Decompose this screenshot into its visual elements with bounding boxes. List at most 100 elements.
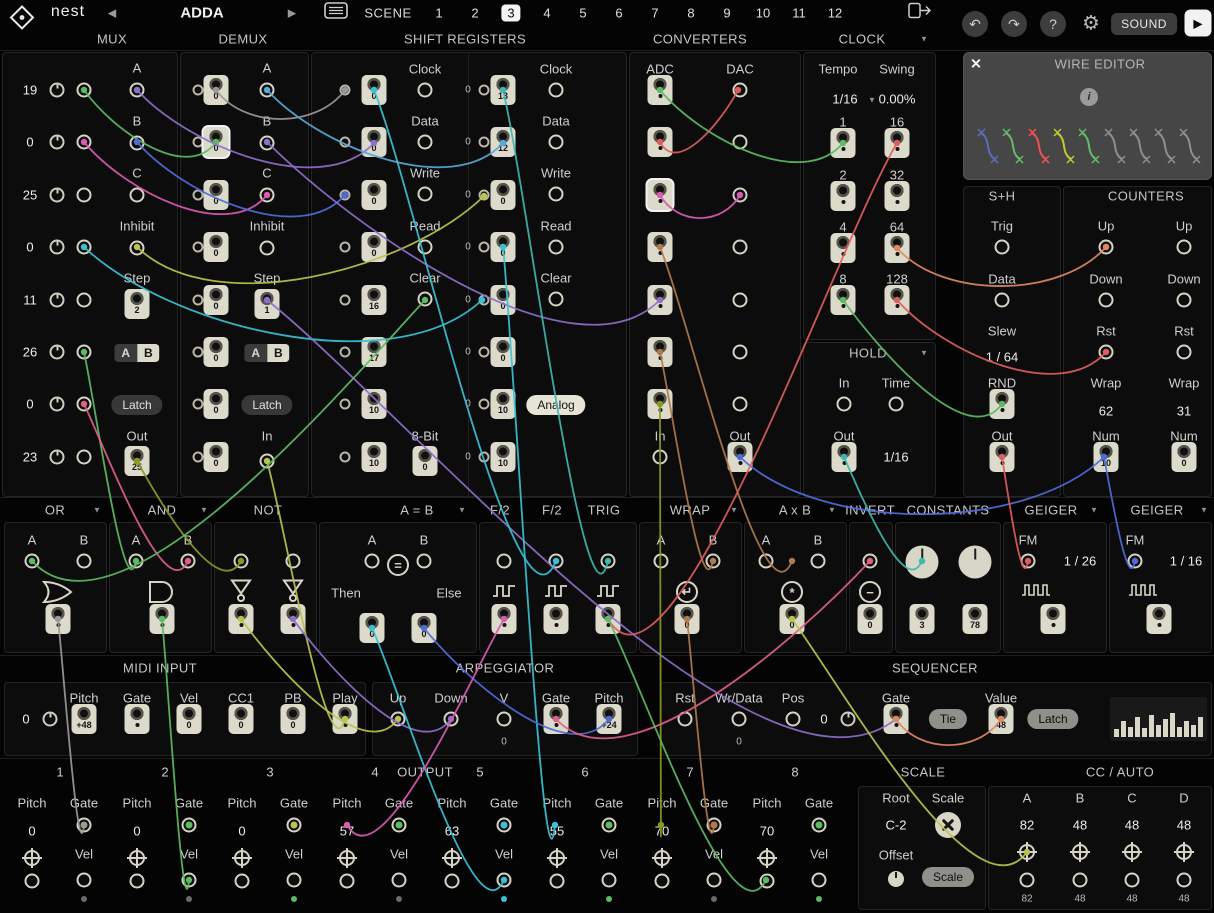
sr2-stage-port[interactable]: 12: [491, 127, 516, 157]
scene-tab-4[interactable]: 4: [543, 6, 550, 21]
midi-gate-port[interactable]: [125, 704, 150, 734]
wire-editor-close-icon[interactable]: ✕: [970, 56, 982, 73]
output-pitch-cv-port[interactable]: [24, 850, 40, 866]
section-title-wrap[interactable]: WRAP: [670, 503, 711, 518]
output-pitch-port[interactable]: [130, 874, 145, 889]
hold-out-port[interactable]: [832, 442, 857, 472]
dac-port[interactable]: [733, 188, 748, 203]
clock-div-port-32[interactable]: [885, 181, 910, 211]
sr2-stage-port[interactable]: 0: [491, 337, 516, 367]
play-button[interactable]: ▶: [1185, 10, 1212, 37]
preset-prev-icon[interactable]: ◀: [108, 7, 116, 20]
mux-knob[interactable]: [50, 345, 65, 360]
arp-up-port[interactable]: [391, 712, 406, 727]
aeqb-then-port[interactable]: 0: [360, 613, 385, 643]
cc-cv-port[interactable]: [1019, 844, 1035, 860]
demux-input-port[interactable]: [193, 295, 204, 306]
dac-port[interactable]: [733, 293, 748, 308]
section-title-clock[interactable]: CLOCK: [839, 32, 886, 47]
mux-output-port[interactable]: [77, 83, 92, 98]
counter-rst-port[interactable]: [1099, 345, 1114, 360]
not2-out-port[interactable]: [281, 604, 306, 634]
mux-output-port[interactable]: [77, 450, 92, 465]
demux-input-port[interactable]: [193, 190, 204, 201]
counter-num-port[interactable]: 0: [1172, 442, 1197, 472]
demux-input-port[interactable]: [193, 347, 204, 358]
cc-port[interactable]: [1177, 873, 1192, 888]
sh-data-port[interactable]: [995, 293, 1010, 308]
demux-input-port[interactable]: [193, 242, 204, 253]
output-gate-port[interactable]: [497, 818, 512, 833]
wire-swatch[interactable]: [1028, 124, 1050, 168]
sr1-stage-port[interactable]: 10: [362, 442, 387, 472]
help-button[interactable]: ?: [1040, 11, 1066, 37]
mux-knob[interactable]: [50, 83, 65, 98]
seq-pos-port[interactable]: [786, 712, 801, 727]
adc-port[interactable]: [648, 337, 673, 367]
section-title-geiger1[interactable]: GEIGER: [1025, 503, 1078, 518]
axb-out-port[interactable]: 0: [780, 604, 805, 634]
wire-swatch[interactable]: [1179, 124, 1201, 168]
arp-gate-port[interactable]: [544, 704, 569, 734]
seq-knob[interactable]: [841, 712, 856, 727]
wrap-b-port[interactable]: [706, 554, 721, 569]
sr2-input-port[interactable]: [479, 85, 490, 96]
output-pitch-cv-port[interactable]: [549, 850, 565, 866]
mux-b-port[interactable]: [130, 136, 145, 151]
copy-scene-icon[interactable]: [908, 2, 932, 25]
sr2-stage-port[interactable]: 0: [491, 232, 516, 262]
output-vel-port[interactable]: [497, 873, 512, 888]
aeqb-a-port[interactable]: [365, 554, 380, 569]
wire-swatch[interactable]: [1078, 124, 1100, 168]
clock-div-port-4[interactable]: [831, 233, 856, 263]
output-pitch-port[interactable]: [235, 874, 250, 889]
or-out-port[interactable]: [46, 604, 71, 634]
mux-inhibit-port[interactable]: [130, 241, 145, 256]
output-vel-port[interactable]: [707, 873, 722, 888]
sr2-input-port[interactable]: [479, 242, 490, 253]
output-vel-port[interactable]: [287, 873, 302, 888]
sr1-8bit-port[interactable]: 0: [413, 446, 438, 476]
demux-in-port[interactable]: [260, 454, 275, 469]
counter-rst-port[interactable]: [1177, 345, 1192, 360]
midi-vel-port[interactable]: 0: [177, 704, 202, 734]
output-pitch-port[interactable]: [760, 874, 775, 889]
demux-port[interactable]: 0: [204, 337, 229, 367]
output-pitch-port[interactable]: [340, 874, 355, 889]
output-gate-port[interactable]: [287, 818, 302, 833]
output-pitch-cv-port[interactable]: [129, 850, 145, 866]
sr2-input-port[interactable]: [479, 452, 490, 463]
sh-trig-port[interactable]: [995, 240, 1010, 255]
counter-down-port[interactable]: [1099, 293, 1114, 308]
sr1-input-port[interactable]: [340, 190, 351, 201]
arp-down-port[interactable]: [444, 712, 459, 727]
adc-port[interactable]: [648, 127, 673, 157]
scene-tab-1[interactable]: 1: [435, 6, 442, 21]
sr1-clear-port[interactable]: [418, 292, 433, 307]
f2a-in-port[interactable]: [497, 554, 512, 569]
midi-pb-port[interactable]: 0: [281, 704, 306, 734]
wire-swatch[interactable]: [1104, 124, 1126, 168]
sh-out-port[interactable]: [990, 442, 1015, 472]
demux-port[interactable]: 0: [204, 442, 229, 472]
sr1-input-port[interactable]: [340, 347, 351, 358]
sr1-write-port[interactable]: [418, 187, 433, 202]
output-pitch-port[interactable]: [655, 874, 670, 889]
demux-b-port[interactable]: [260, 136, 275, 151]
clock-div-port-2[interactable]: [831, 181, 856, 211]
mux-latch-button[interactable]: Latch: [111, 395, 162, 415]
mux-output-port[interactable]: [77, 397, 92, 412]
mux-output-port[interactable]: [77, 293, 92, 308]
sr2-stage-port[interactable]: 10: [491, 442, 516, 472]
mux-a-port[interactable]: [130, 83, 145, 98]
demux-a-port[interactable]: [260, 83, 275, 98]
dac-port[interactable]: [733, 397, 748, 412]
sr2-analog-button[interactable]: Analog: [526, 395, 585, 415]
geiger1-fm-port[interactable]: [1021, 554, 1036, 569]
scene-tab-9[interactable]: 9: [723, 6, 730, 21]
scale-button[interactable]: Scale: [922, 867, 974, 887]
sr2-stage-port[interactable]: 13: [491, 75, 516, 105]
not1-in-port[interactable]: [234, 554, 249, 569]
sr1-stage-port[interactable]: 0: [362, 127, 387, 157]
redo-button[interactable]: ↷: [1001, 11, 1027, 37]
